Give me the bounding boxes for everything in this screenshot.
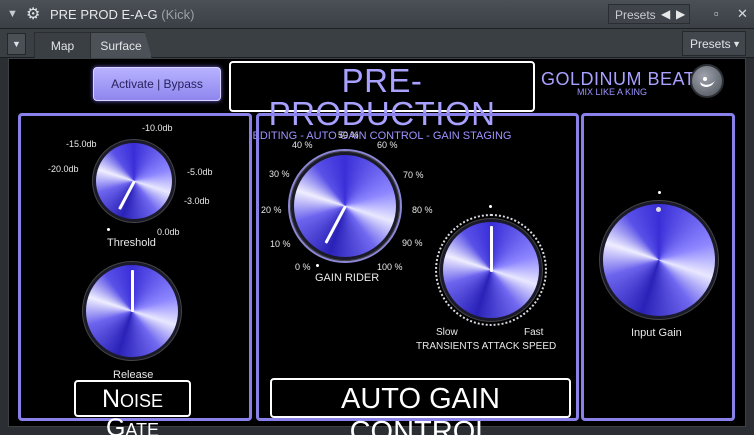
brand-logo-icon — [690, 64, 724, 98]
plugin-header: PRE-PRODUCTION EDITING - AUTO GAIN CONTR… — [229, 61, 535, 142]
threshold-min-marker — [107, 228, 110, 231]
gain-rider-scale-label: 50 % — [338, 130, 359, 140]
tab-surface[interactable]: Surface — [90, 32, 152, 58]
close-window-button[interactable]: ✕ — [737, 6, 748, 22]
tab-map[interactable]: Map — [34, 32, 91, 58]
chevron-down-icon: ▼ — [732, 39, 741, 49]
transients-attack-speed-knob[interactable] — [435, 214, 547, 326]
threshold-caption: Threshold — [107, 237, 156, 249]
gain-rider-scale-label: 40 % — [292, 140, 313, 150]
threshold-scale-label: -15.0db — [66, 139, 97, 149]
transients-slow-label: Slow — [436, 327, 458, 338]
gain-rider-caption: GAIN RIDER — [315, 272, 380, 284]
previous-preset-icon[interactable]: ◀ — [661, 7, 670, 21]
gain-rider-knob[interactable] — [288, 149, 402, 263]
window-title-bar: ▼ ⚙ PRE PROD E-A-G (Kick) Presets ◀ ▶ ▫ … — [0, 0, 754, 29]
gain-rider-scale-label: 90 % — [402, 238, 423, 248]
window-menu-arrow-icon[interactable]: ▼ — [7, 8, 18, 20]
threshold-scale-label: -5.0db — [187, 167, 213, 177]
threshold-scale-label: -10.0db — [142, 123, 173, 133]
next-preset-icon[interactable]: ▶ — [676, 7, 685, 21]
detach-window-button[interactable]: ▫ — [714, 6, 719, 21]
transients-fast-label: Fast — [524, 327, 544, 338]
input-gain-caption: Input Gain — [631, 327, 682, 339]
activate-bypass-button[interactable]: Activate | Bypass — [93, 67, 221, 101]
gear-icon[interactable]: ⚙ — [26, 4, 40, 24]
window-title: PRE PROD E-A-G (Kick) — [50, 7, 195, 22]
gain-rider-min-marker — [316, 264, 319, 267]
noise-gate-label: Noise Gate — [74, 380, 191, 435]
gain-rider-scale-label: 0 % — [295, 262, 311, 272]
gain-rider-scale-label: 60 % — [377, 140, 398, 150]
gain-rider-scale-label: 80 % — [412, 205, 433, 215]
threshold-knob[interactable] — [93, 140, 175, 222]
input-gain-knob[interactable] — [600, 201, 718, 319]
plugin-options-dropdown[interactable]: ▼ — [7, 33, 26, 55]
brand-tagline: MIX LIKE A KING — [577, 87, 648, 97]
threshold-scale-label: -3.0db — [184, 196, 210, 206]
transients-center-marker — [489, 205, 492, 208]
gain-rider-scale-label: 100 % — [377, 262, 403, 272]
threshold-scale-label: 0.0db — [157, 227, 180, 237]
presets-dropdown[interactable]: Presets ▼ — [682, 31, 746, 56]
gain-rider-scale-label: 70 % — [403, 170, 424, 180]
release-knob[interactable] — [83, 262, 181, 360]
transients-caption: TRANSIENTS ATTACK SPEED — [416, 341, 557, 352]
auto-gain-control-label: AUTO GAIN CONTROL — [270, 378, 571, 435]
threshold-scale-label: -20.0db — [48, 164, 79, 174]
input-gain-marker — [658, 191, 661, 194]
plugin-toolbar: ▼ Map Surface — [0, 29, 754, 58]
gain-rider-scale-label: 30 % — [269, 169, 290, 179]
presets-browser-button[interactable]: Presets ◀ ▶ — [608, 4, 690, 24]
gain-rider-scale-label: 10 % — [270, 239, 291, 249]
gain-rider-scale-label: 20 % — [261, 205, 282, 215]
